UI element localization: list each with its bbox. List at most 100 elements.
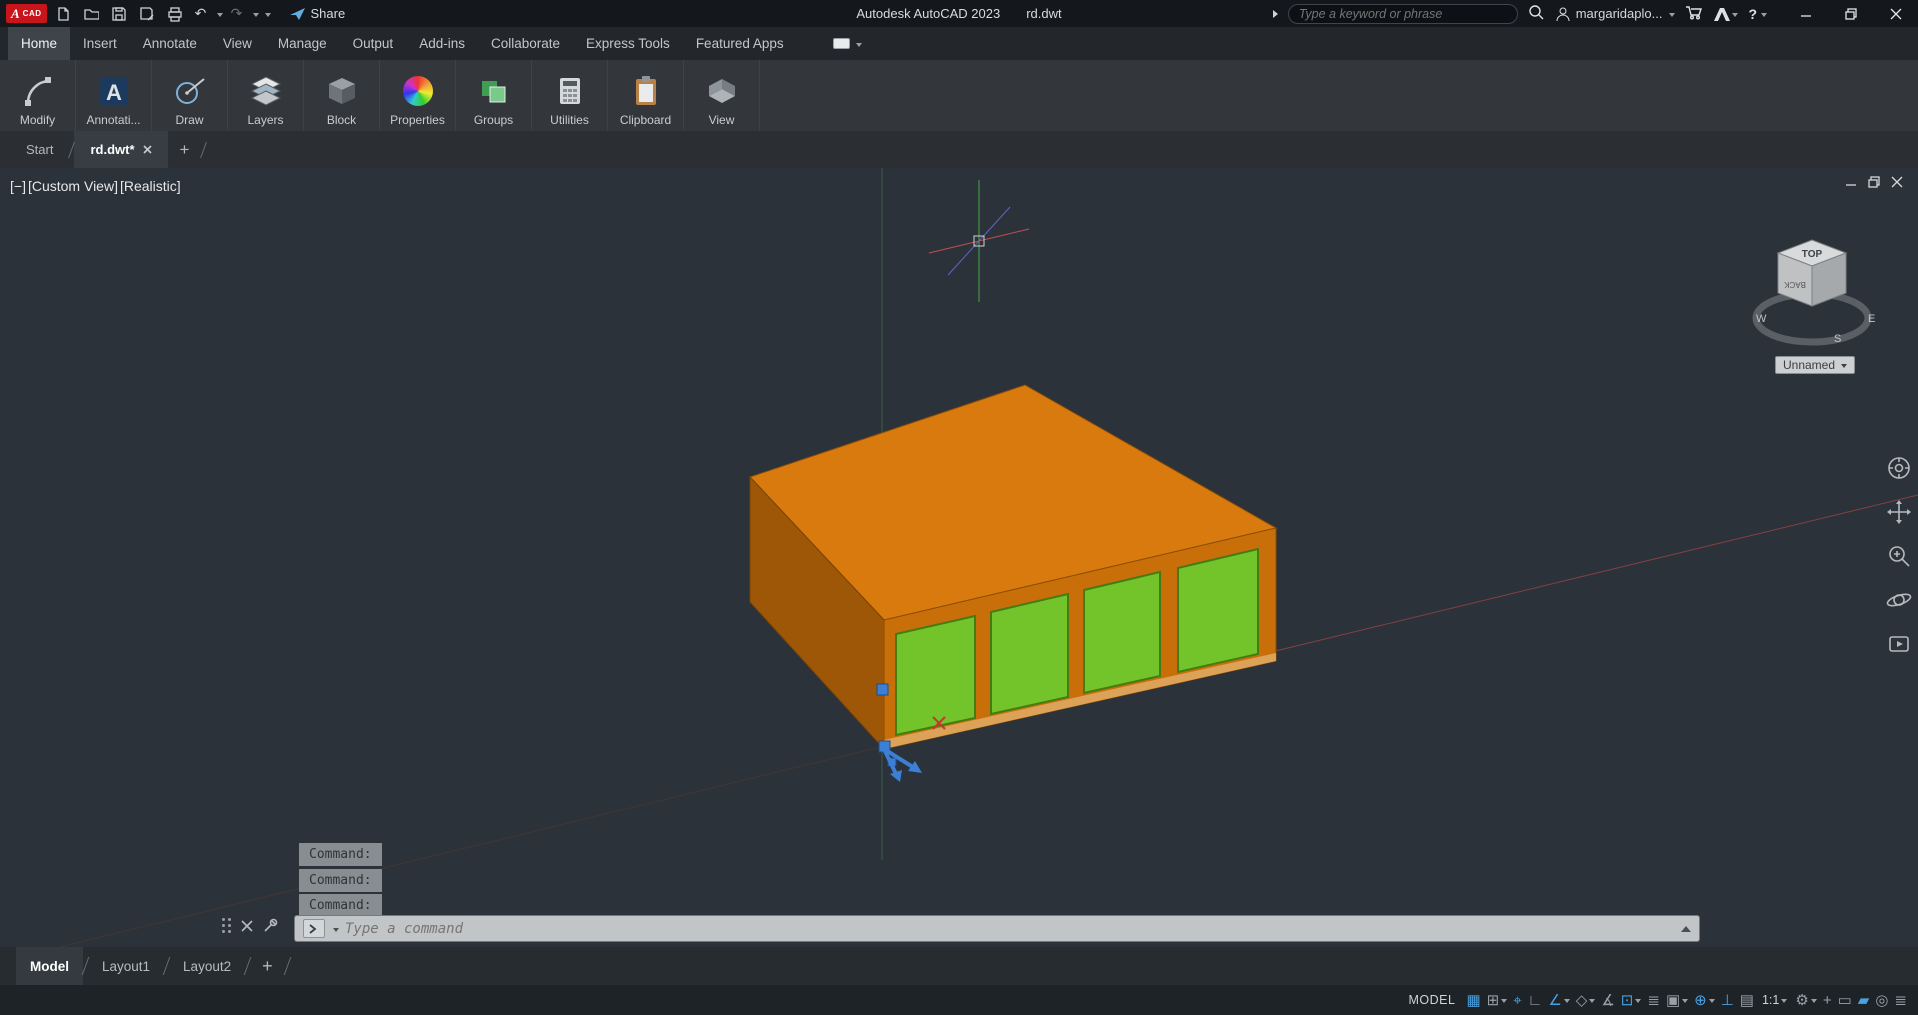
viewport-minimize-icon[interactable] <box>1845 176 1858 188</box>
status-selection-cycling[interactable]: ▣ <box>1666 991 1688 1009</box>
command-customize-wrench-icon[interactable] <box>262 918 278 934</box>
viewport-close-icon[interactable] <box>1891 176 1904 188</box>
save-as-button[interactable] <box>135 3 159 25</box>
minimize-button[interactable] <box>1783 0 1828 27</box>
tab-insert[interactable]: Insert <box>70 27 130 60</box>
file-tab-close-button[interactable] <box>143 142 152 157</box>
tab-add-ins[interactable]: Add-ins <box>406 27 478 60</box>
panel-view[interactable]: View <box>684 60 760 131</box>
status-infer-constraints[interactable]: ⌖ <box>1513 992 1521 1009</box>
status-3d-object-snap[interactable]: ⊕ <box>1694 991 1715 1009</box>
status-grid-display[interactable]: ▦ <box>1466 991 1480 1009</box>
recent-commands-dropdown-icon[interactable] <box>331 921 339 936</box>
panel-layers[interactable]: Layers <box>228 60 304 131</box>
store-button[interactable] <box>1685 4 1702 23</box>
search-input[interactable] <box>1299 7 1507 21</box>
status-dynamic-ucs[interactable]: ⊥ <box>1721 991 1734 1009</box>
panel-groups[interactable]: Groups <box>456 60 532 131</box>
status-clean-screen[interactable]: ▭ <box>1838 991 1852 1009</box>
pan-icon[interactable] <box>1886 499 1912 525</box>
viewport-minimize-control[interactable]: [−] <box>10 178 26 194</box>
grip-midpoint[interactable] <box>877 684 888 695</box>
status-customization-gear[interactable]: ⚙ <box>1795 991 1816 1009</box>
close-button[interactable] <box>1873 0 1918 27</box>
navigation-wheel-icon[interactable] <box>1886 455 1912 481</box>
ribbon-display-toggle[interactable] <box>833 27 862 60</box>
scale-dropdown-icon[interactable] <box>1779 993 1787 1007</box>
status-lineweight[interactable]: ≣ <box>1647 991 1660 1009</box>
status-ortho-mode[interactable]: ∟ <box>1528 992 1543 1009</box>
command-expand-icon[interactable] <box>1681 926 1691 932</box>
undo-dropdown[interactable] <box>215 6 223 21</box>
new-file-button[interactable] <box>51 3 75 25</box>
panel-block[interactable]: Block <box>304 60 380 131</box>
status-polar-tracking[interactable]: ∠ <box>1548 991 1569 1009</box>
status-annotation-monitor[interactable]: ▤ <box>1740 991 1754 1009</box>
viewport-visual-style-control[interactable]: [Realistic] <box>120 178 181 194</box>
panel-clipboard[interactable]: Clipboard <box>608 60 684 131</box>
named-view-dropdown[interactable]: Unnamed <box>1775 356 1855 374</box>
model-space-label[interactable]: MODEL <box>1408 993 1455 1007</box>
command-close-icon[interactable] <box>241 920 253 932</box>
tab-home[interactable]: Home <box>8 27 70 60</box>
command-input[interactable] <box>345 921 1675 937</box>
help-button[interactable]: ? <box>1748 6 1767 22</box>
restore-button[interactable] <box>1828 0 1873 27</box>
plot-button[interactable] <box>163 3 187 25</box>
annotation-scale-control[interactable]: 1:1 <box>1762 993 1787 1007</box>
panel-draw[interactable]: Draw <box>152 60 228 131</box>
snap-dropdown-icon[interactable] <box>1499 992 1507 1009</box>
viewcube-east-label[interactable]: E <box>1868 313 1875 325</box>
search-expand-icon[interactable] <box>1273 10 1278 18</box>
command-drag-grip[interactable] <box>222 918 232 934</box>
viewcube-south-label[interactable]: S <box>1834 333 1841 345</box>
command-prompt-button[interactable] <box>303 919 325 938</box>
polar-dropdown-icon[interactable] <box>1562 992 1570 1009</box>
undo-button[interactable]: ↶ <box>191 5 211 22</box>
viewport-restore-icon[interactable] <box>1868 176 1881 188</box>
new-tab-button[interactable]: + <box>168 131 202 168</box>
tab-featured-apps[interactable]: Featured Apps <box>683 27 797 60</box>
qat-customize-dropdown[interactable] <box>263 6 271 21</box>
redo-dropdown[interactable] <box>251 6 259 21</box>
status-add-cleanup[interactable]: + <box>1823 992 1832 1009</box>
model-viewport[interactable]: [−] [Custom View] [Realistic] TOP BACK W… <box>0 168 1918 947</box>
layout-tab-layout1[interactable]: Layout1 <box>88 947 164 985</box>
panel-properties[interactable]: Properties <box>380 60 456 131</box>
autodesk-apps-button[interactable] <box>1712 6 1738 22</box>
showmotion-icon[interactable] <box>1886 631 1912 657</box>
viewport-view-control[interactable]: [Custom View] <box>28 178 118 194</box>
gear-dropdown-icon[interactable] <box>1809 992 1817 1009</box>
search-button[interactable] <box>1528 4 1545 24</box>
viewcube-graphic[interactable]: TOP BACK W S E <box>1750 230 1880 350</box>
open-file-button[interactable] <box>79 3 103 25</box>
tab-manage[interactable]: Manage <box>265 27 340 60</box>
status-isolate-objects[interactable]: ◎ <box>1875 991 1888 1009</box>
model-3d-box[interactable] <box>750 385 1276 749</box>
zoom-icon[interactable] <box>1886 543 1912 569</box>
viewcube[interactable]: TOP BACK W S E Unnamed <box>1740 230 1890 374</box>
tab-collaborate[interactable]: Collaborate <box>478 27 573 60</box>
panel-utilities[interactable]: Utilities <box>532 60 608 131</box>
orbit-icon[interactable] <box>1886 587 1912 613</box>
layout-tab-model[interactable]: Model <box>16 947 83 985</box>
search-box[interactable] <box>1288 4 1518 24</box>
window-1[interactable] <box>896 616 975 735</box>
window-3[interactable] <box>1084 572 1160 693</box>
account-menu[interactable]: margaridaplo... <box>1555 6 1676 22</box>
status-customize-menu[interactable]: ≣ <box>1894 991 1907 1009</box>
panel-modify[interactable]: Modify <box>0 60 76 131</box>
file-tab-start[interactable]: Start <box>10 131 69 168</box>
status-graphics-performance[interactable]: ▰ <box>1858 991 1870 1009</box>
isodraft-dropdown-icon[interactable] <box>1587 992 1595 1009</box>
tab-annotate[interactable]: Annotate <box>130 27 210 60</box>
command-line-bar[interactable] <box>294 915 1700 942</box>
osnap-dropdown-icon[interactable] <box>1633 992 1641 1009</box>
file-tab-rd-dwt[interactable]: rd.dwt* <box>74 131 167 168</box>
viewcube-west-label[interactable]: W <box>1756 313 1767 325</box>
layout-tab-layout2[interactable]: Layout2 <box>169 947 245 985</box>
redo-button[interactable]: ↷ <box>227 5 247 22</box>
save-button[interactable] <box>107 3 131 25</box>
share-button[interactable]: Share <box>289 6 346 22</box>
new-layout-button[interactable]: + <box>250 947 285 985</box>
